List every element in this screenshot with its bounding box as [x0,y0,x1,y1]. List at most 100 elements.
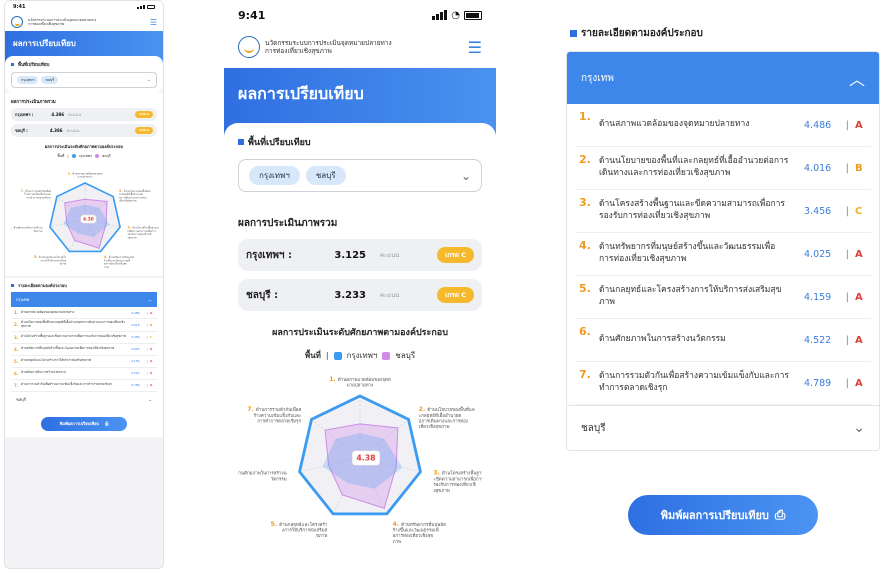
item-separator: | [845,248,849,260]
signal-icon [432,10,448,20]
hamburger-menu-icon[interactable]: ☰ [468,38,482,57]
battery-icon [464,10,482,20]
radar-chart-small: 4.38 1. ด้านสภาพแวดล้อมของจุดหมายปลายทาง 2… [11,172,159,269]
item-text: ด้านสภาพแวดล้อมของจุดหมายปลายทาง [599,119,750,130]
item-separator: | [146,347,148,352]
list-item: 3. ด้านโครงสร้างพื้นฐานและขีดความสามารถเพ… [575,190,871,233]
item-number: 3. [14,334,19,340]
radar-tooltip-value: 4.38 [356,454,375,463]
status-time: 9:41 [13,4,26,10]
chevron-down-icon[interactable]: ⌄ [461,169,471,183]
printer-icon: ⎙ [105,421,109,427]
item-number: 6. [14,370,19,376]
list-item: 4. ด้านทรัพยากรที่มนุษย์สร้างขึ้นและวัฒนธ… [575,233,871,276]
detail-section-small: รายละเอียดตามองค์ประกอบ กรุงเทพ ︿ 1. ด้านส… [5,278,163,411]
status-icons [137,5,155,9]
item-score: 3.456 [130,335,140,340]
radar-tooltip-value: 4.38 [83,217,94,223]
component-list: 1. ด้านสภาพแวดล้อมของจุดหมายปลายทาง 4.486 |… [567,104,879,405]
accordion-chon-small[interactable]: ชลบุรี ⌄ [11,391,157,407]
item-grade: A [150,371,153,376]
item-grade: B [150,322,153,327]
area-card: พื้นที่เปรียบเทียบ กรุงเทพฯ ชลบุรี ⌄ [224,123,496,204]
chevron-down-icon[interactable]: ⌄ [147,77,151,83]
item-text: ด้านทรัพยากรที่มนุษย์สร้างขึ้นและวัฒนธรร… [599,242,776,264]
chevron-up-icon[interactable]: ︿ [849,66,865,90]
item-grade: C [150,335,153,340]
radar-axis-label: 5. ด้านกลยุทธ์และโครงสร้างการให้บริการส่… [271,521,328,539]
app-header: นวัตกรรมระบบการประเมินจุดหมายปลายทาง การท… [5,13,163,31]
page-title: ผลการเปรียบเทียบ [13,39,76,48]
item-text: ด้านนโยบายของพื้นที่และกลยุทธ์ที่เอื้ออำ… [21,320,125,328]
list-item: 4. ด้านทรัพยากรที่มนุษย์สร้างขึ้นและวัฒนธ… [11,343,157,356]
item-number: 2. [14,322,19,328]
area-select[interactable]: กรุงเทพฯ ชลบุรี ⌄ [11,72,157,88]
list-item: 1. ด้านสภาพแวดล้อมของจุดหมายปลายทาง 4.486 |… [11,307,157,319]
item-grade: A [855,291,863,303]
list-item: 3. ด้านโครงสร้างพื้นฐานและขีดความสามารถเพ… [11,331,157,344]
overall-row-bkk: กรุงเทพฯ :4.386 คะแนน เกรด A [11,108,157,121]
print-button-small[interactable]: พิมพ์ผลการเปรียบเทียบ ⎙ [41,416,127,431]
item-grade: A [150,310,153,315]
overall-row-chon: ชลบุรี :4.386 คะแนน เกรด A [11,124,157,137]
page-title: ผลการเปรียบเทียบ [238,84,364,103]
item-grade: A [855,377,863,389]
item-separator: | [845,162,849,174]
org-name: นวัตกรรมระบบการประเมินจุดหมายปลายทาง การท… [265,38,392,55]
radar-axis-label: 5. ด้านกลยุทธ์และโครงสร้างการให้บริการส่… [34,255,67,266]
list-item: 5. ด้านกลยุทธ์และโครงสร้างการให้บริการส่ง… [575,276,871,319]
logo-icon [238,36,260,58]
item-score: 4.025 [804,248,832,260]
item-text: ด้านกลยุทธ์และโครงสร้างการให้บริการส่งเส… [21,358,92,363]
item-separator: | [146,335,148,340]
chevron-down-icon[interactable]: ⌄ [149,397,152,402]
detail-panel-zoom: รายละเอียดตามองค์ประกอบ กรุงเทพ ︿ 1. ด้านส… [564,0,882,573]
item-text: ด้านสภาพแวดล้อมของจุดหมายปลายทาง [21,309,75,314]
phone-screen-zoom: 9:41 ◔ นวัตกรรมระบบการประเมินจุดหมายปลาย… [224,0,496,573]
item-number: 1. [14,310,19,315]
item-number: 5. [579,282,591,295]
print-button[interactable]: พิมพ์ผลการเปรียบเทียบ ⎙ [628,495,818,535]
area-select[interactable]: กรุงเทพฯ ชลบุรี ⌄ [238,159,482,192]
item-score: 4.159 [130,359,140,364]
list-item: 6. ด้านศักยภาพในการสร้างนวัตกรรม 4.522 | A [575,319,871,362]
item-grade: A [855,248,863,260]
accordion-bkk[interactable]: กรุงเทพ ︿ [567,52,879,104]
item-number: 1. [579,110,591,123]
app-header: นวัตกรรมระบบการประเมินจุดหมายปลายทาง การท… [224,30,496,68]
status-bar: 9:41 [5,1,163,13]
chevron-up-icon[interactable]: ︿ [148,297,152,303]
radar-axis-label: 4. ด้านทรัพยากรที่มนุษย์สร้างขึ้นและวัฒน… [103,255,134,269]
radar-axis-label: 2. ด้านนโยบายของพื้นที่และกลยุทธ์ที่เอื้… [418,406,475,430]
hamburger-menu-icon[interactable]: ☰ [150,18,157,27]
status-icons: ◔ [432,10,482,21]
item-number: 7. [579,368,591,381]
item-text: ด้านโครงสร้างพื้นฐานและขีดความสามารถเพื่… [21,334,126,339]
status-bar: 9:41 ◔ [224,0,496,30]
item-number: 7. [14,382,19,388]
accordion-bkk-small[interactable]: กรุงเทพ ︿ [11,292,157,307]
item-grade: A [855,119,863,131]
item-score: 4.159 [804,291,832,303]
item-grade: A [150,359,153,364]
chevron-down-icon[interactable]: ⌄ [853,420,865,436]
item-score: 4.789 [804,377,832,389]
item-separator: | [845,119,849,131]
accordion-chon[interactable]: ชลบุรี ⌄ [567,405,879,450]
radar-legend: พื้นที่ | กรุงเทพฯ ชลบุรี [57,154,111,158]
radar-axis-label: 6. ด้านศักยภาพในการสร้างนวัตกรรม [11,226,43,233]
item-score: 4.522 [130,371,140,376]
radar-title: ผลการประเมินระดับศักยภาพตามองค์ประกอบ [272,328,448,338]
radar-axis-label: 6. ด้านศักยภาพในการสร้างนวัตกรรม [238,470,287,483]
wifi-icon: ◔ [451,9,460,21]
item-separator: | [146,359,148,364]
item-text: ด้านโครงสร้างพื้นฐานและขีดความสามารถเพื่… [599,199,785,221]
item-number: 4. [579,239,591,252]
radar-axis-label: 3. ด้านโครงสร้างพื้นฐานและขีดความสามารถเ… [127,226,159,241]
item-grade: B [855,162,863,174]
item-score: 4.016 [130,322,140,327]
radar-axis-label: 7. ด้านการรวมตัวกันเพื่อสร้างความเข้มแข็… [247,406,301,424]
item-score: 4.025 [130,347,140,352]
phone-screen-full: 9:41 นวัตกรรมระบบการประเมินจุดหมายปลายทา… [4,0,164,569]
area-label: พื้นที่เปรียบเทียบ [248,138,311,148]
